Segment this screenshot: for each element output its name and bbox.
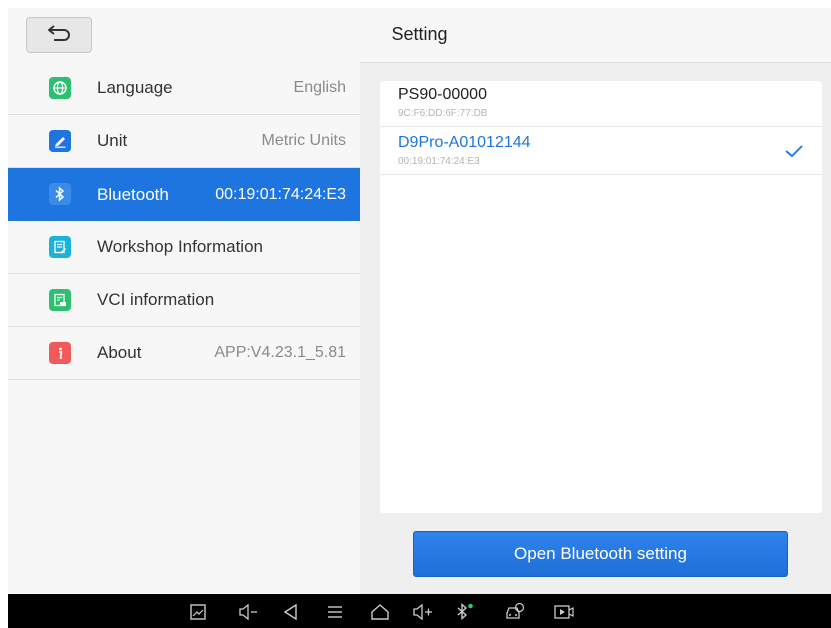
volume-down-icon[interactable] bbox=[238, 601, 260, 623]
menu-icon[interactable] bbox=[324, 601, 346, 623]
header-bar: Setting bbox=[8, 8, 831, 63]
device-name: D9Pro-A01012144 bbox=[398, 134, 531, 151]
sidebar-item-language[interactable]: Language English bbox=[8, 62, 360, 115]
sidebar-item-value: Metric Units bbox=[261, 132, 346, 149]
bluetooth-status-icon[interactable] bbox=[454, 601, 476, 623]
device-mac: 9C:F6:DD:6F:77:DB bbox=[398, 108, 488, 119]
device-mac: 00:19:01:74:24:E3 bbox=[398, 156, 480, 167]
sidebar-item-value: 00:19:01:74:24:E3 bbox=[215, 185, 346, 203]
open-bluetooth-setting-button[interactable]: Open Bluetooth setting bbox=[413, 531, 788, 577]
sidebar-item-label: Bluetooth bbox=[97, 184, 169, 204]
settings-sidebar: Language English Unit Metric Units Bluet… bbox=[8, 62, 360, 594]
device-name: PS90-00000 bbox=[398, 86, 487, 103]
back-icon[interactable] bbox=[280, 601, 302, 623]
car-diagnostic-icon[interactable] bbox=[504, 601, 526, 623]
sidebar-item-unit[interactable]: Unit Metric Units bbox=[8, 115, 360, 168]
sidebar-item-label: Unit bbox=[97, 131, 128, 150]
bluetooth-icon bbox=[49, 183, 71, 205]
checkmark-icon bbox=[784, 143, 804, 164]
list-item-device[interactable]: PS90-00000 9C:F6:DD:6F:77:DB bbox=[380, 81, 822, 127]
sidebar-item-bluetooth[interactable]: Bluetooth 00:19:01:74:24:E3 bbox=[8, 168, 360, 221]
page-title: Setting bbox=[391, 24, 448, 44]
sidebar-item-label: Language bbox=[97, 78, 173, 97]
screenshot-icon[interactable] bbox=[187, 601, 209, 623]
sidebar-item-value: APP:V4.23.1_5.81 bbox=[214, 344, 346, 361]
bluetooth-device-list: PS90-00000 9C:F6:DD:6F:77:DB D9Pro-A0101… bbox=[380, 81, 822, 513]
sidebar-item-vci-information[interactable]: VCI information bbox=[8, 274, 360, 327]
sidebar-item-value: English bbox=[293, 79, 346, 96]
sidebar-item-label: Workshop Information bbox=[97, 237, 263, 256]
home-icon[interactable] bbox=[369, 601, 391, 623]
sidebar-item-about[interactable]: About APP:V4.23.1_5.81 bbox=[8, 327, 360, 380]
globe-icon bbox=[49, 77, 71, 99]
volume-up-icon[interactable] bbox=[412, 601, 434, 623]
ruler-pencil-icon bbox=[49, 130, 71, 152]
document-edit-icon bbox=[49, 236, 71, 258]
screen-record-icon[interactable] bbox=[553, 601, 575, 623]
list-item-device-connected[interactable]: D9Pro-A01012144 00:19:01:74:24:E3 bbox=[380, 129, 822, 175]
sidebar-item-workshop-information[interactable]: Workshop Information bbox=[8, 221, 360, 274]
sidebar-item-label: About bbox=[97, 343, 142, 362]
info-icon bbox=[49, 342, 71, 364]
vci-doc-icon bbox=[49, 289, 71, 311]
sidebar-item-label: VCI information bbox=[97, 290, 215, 309]
system-navbar bbox=[8, 594, 831, 628]
